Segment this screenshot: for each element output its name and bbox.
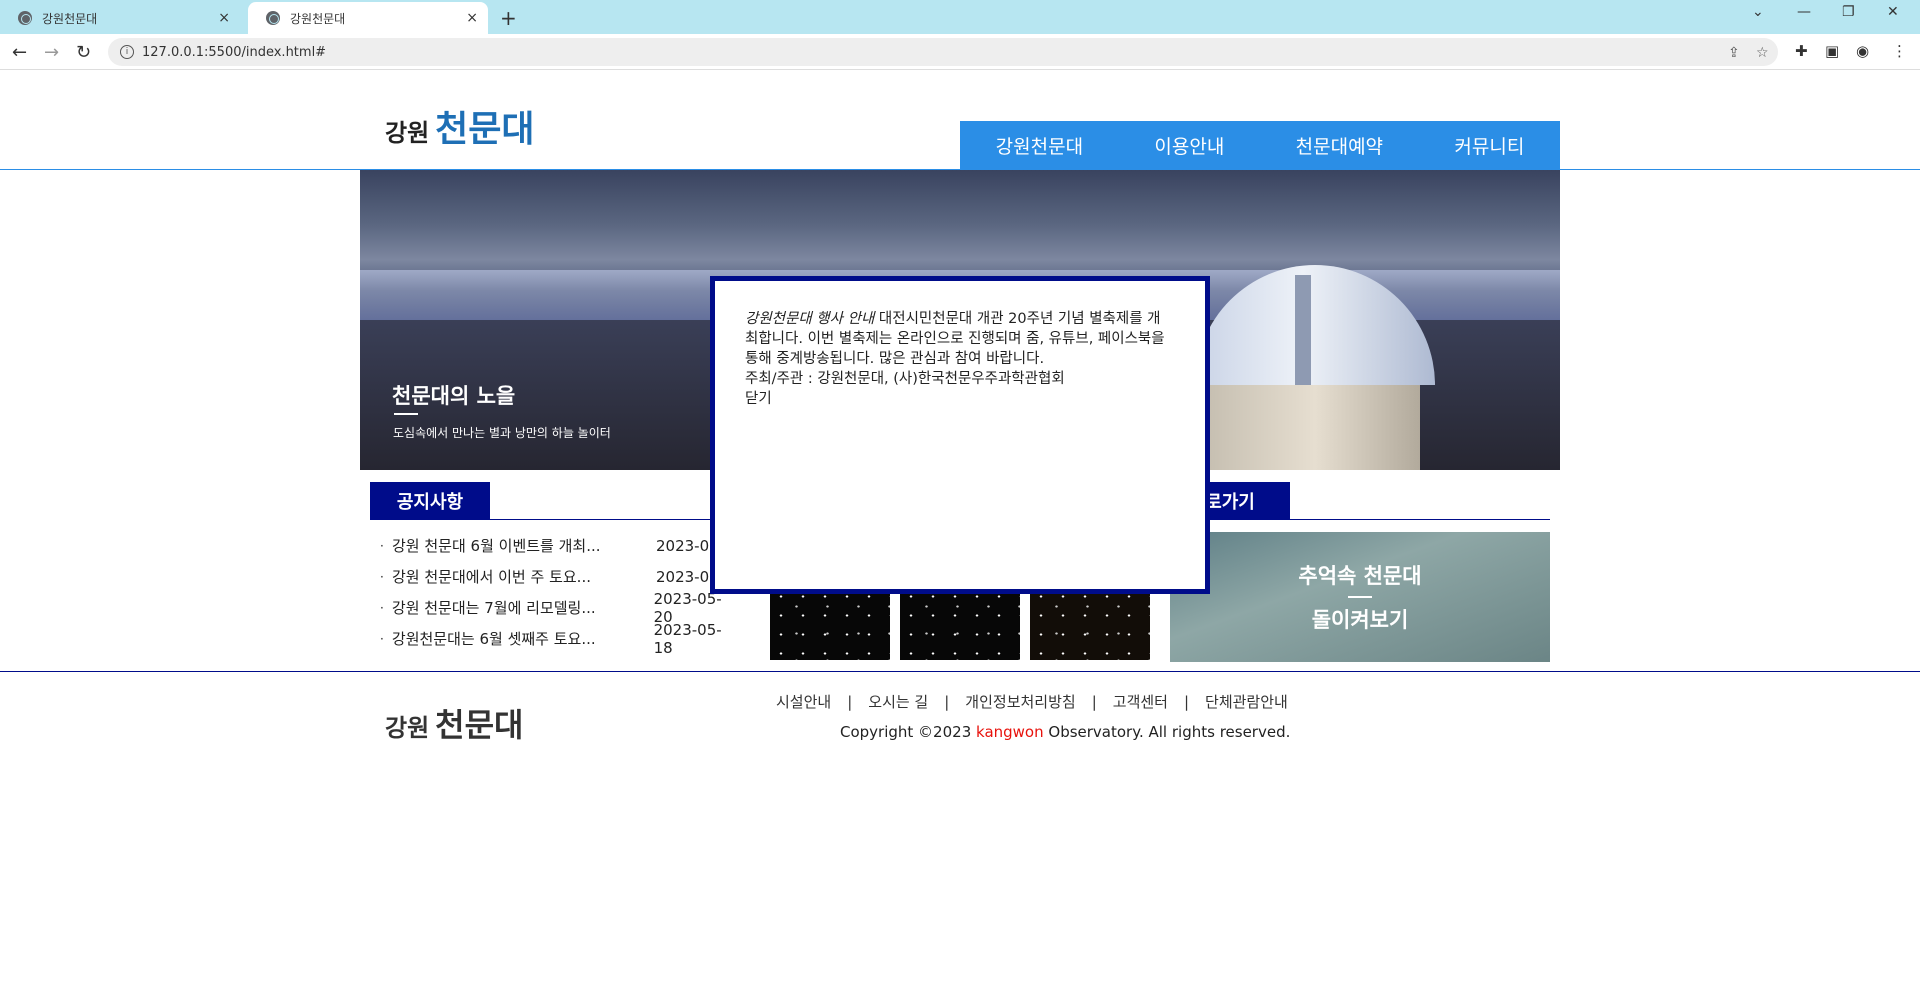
separator: | bbox=[847, 692, 853, 711]
restore-button[interactable]: ❐ bbox=[1842, 4, 1855, 20]
nav-reservation[interactable]: 천문대예약 bbox=[1296, 132, 1383, 159]
address-bar: ← → ↻ i 127.0.0.1:5500/index.html# ⇪ ☆ ✚… bbox=[0, 34, 1920, 70]
footer-logo-big: 천문대 bbox=[435, 706, 524, 744]
tab-title: 강원천문대 bbox=[290, 11, 346, 26]
url-text: 127.0.0.1:5500/index.html# bbox=[142, 44, 327, 60]
event-popup: 강원천문대 행사 안내 대전시민천문대 개관 20주년 기념 별축제를 개최합니… bbox=[710, 276, 1210, 594]
nav-observatory[interactable]: 강원천문대 bbox=[996, 132, 1083, 159]
main-nav: 강원천문대 이용안내 천문대예약 커뮤니티 bbox=[960, 121, 1560, 170]
list-item[interactable]: · 강원 천문대는 7월에 리모델링... 2023-05-20 bbox=[380, 590, 740, 626]
tab-close-icon[interactable]: × bbox=[218, 10, 230, 26]
bullet: · bbox=[380, 569, 384, 584]
browser-tab-2[interactable]: 강원천문대 × bbox=[248, 2, 488, 34]
notice-title[interactable]: 강원 천문대는 7월에 리모델링... bbox=[392, 597, 646, 618]
copyright: Copyright ©2023 kangwon Observatory. All… bbox=[840, 723, 1290, 741]
bookmark-star-icon[interactable]: ☆ bbox=[1756, 45, 1769, 61]
logo-big-text: 천문대 bbox=[435, 108, 535, 150]
tab-title: 강원천문대 bbox=[42, 11, 98, 26]
logo-small-text: 강원 bbox=[385, 118, 430, 147]
back-icon[interactable]: ← bbox=[12, 42, 27, 63]
window-close-button[interactable]: ✕ bbox=[1887, 4, 1899, 20]
footer-link-group-tour[interactable]: 단체관람안내 bbox=[1205, 691, 1288, 712]
footer-link-facility[interactable]: 시설안내 bbox=[776, 691, 831, 712]
observatory-building bbox=[1210, 385, 1420, 470]
list-item[interactable]: · 강원천문대는 6월 셋째주 토요... 2023-05-18 bbox=[380, 620, 740, 657]
dome-slit bbox=[1295, 275, 1311, 385]
web-page: 강원 천문대 강원천문대 이용안내 천문대예약 커뮤니티 천문대의 노을 도심속에… bbox=[0, 70, 1920, 981]
info-icon[interactable]: i bbox=[120, 45, 134, 59]
separator: | bbox=[1091, 692, 1097, 711]
nav-community[interactable]: 커뮤니티 bbox=[1454, 132, 1524, 159]
memory-subtitle: 돌이켜보기 bbox=[1311, 608, 1409, 632]
notice-title[interactable]: 강원 천문대 6월 이벤트를 개최... bbox=[392, 535, 648, 556]
separator: | bbox=[1183, 692, 1190, 711]
menu-icon[interactable]: ⋮ bbox=[1892, 42, 1907, 60]
memory-divider bbox=[1348, 596, 1372, 598]
memory-banner[interactable]: 추억속 천문대 돌이켜보기 bbox=[1170, 532, 1550, 662]
popup-lead: 강원천문대 행사 안내 bbox=[745, 311, 875, 327]
popup-host: 주최/주관 : 강원천문대, (사)한국천문우주과학관협회 bbox=[745, 371, 1065, 387]
bullet: · bbox=[380, 631, 384, 646]
footer-links: 시설안내 | 오시는 길 | 개인정보처리방침 | 고객센터 | 단체관람안내 bbox=[776, 691, 1288, 712]
site-logo[interactable]: 강원 천문대 bbox=[385, 100, 535, 152]
reload-icon[interactable]: ↻ bbox=[76, 42, 91, 63]
footer-link-directions[interactable]: 오시는 길 bbox=[868, 691, 928, 712]
nav-guide[interactable]: 이용안내 bbox=[1154, 132, 1224, 159]
globe-icon bbox=[18, 11, 32, 25]
copyright-prefix: Copyright ©2023 bbox=[840, 723, 977, 741]
tab-strip: 강원천문대 × 강원천문대 × + ⌄ — ❐ ✕ bbox=[0, 0, 1920, 34]
list-item[interactable]: · 강원 천문대에서 이번 주 토요... 2023-06 bbox=[380, 561, 740, 592]
minimize-button[interactable]: — bbox=[1797, 4, 1811, 20]
extensions-icon[interactable]: ✚ bbox=[1795, 42, 1808, 60]
list-item[interactable]: · 강원 천문대 6월 이벤트를 개최... 2023-06 bbox=[380, 530, 740, 561]
popup-close-button[interactable]: 닫기 bbox=[745, 389, 1173, 409]
footer-link-privacy[interactable]: 개인정보처리방침 bbox=[965, 691, 1075, 712]
notice-title[interactable]: 강원천문대는 6월 셋째주 토요... bbox=[392, 628, 646, 649]
hero-divider bbox=[394, 413, 418, 415]
footer-logo-small: 강원 bbox=[385, 713, 430, 742]
copyright-suffix: Observatory. All rights reserved. bbox=[1043, 723, 1291, 741]
tab-search-icon[interactable]: ⌄ bbox=[1752, 4, 1764, 20]
notice-title[interactable]: 강원 천문대에서 이번 주 토요... bbox=[392, 566, 648, 587]
new-tab-button[interactable]: + bbox=[500, 6, 517, 30]
bullet: · bbox=[380, 538, 384, 553]
browser-tab-1[interactable]: 강원천문대 × bbox=[0, 2, 240, 34]
footer-link-support[interactable]: 고객센터 bbox=[1113, 691, 1168, 712]
notice-date: 2023-05-18 bbox=[653, 620, 722, 657]
profile-icon[interactable]: ◉ bbox=[1856, 42, 1869, 60]
notice-list: · 강원 천문대 6월 이벤트를 개최... 2023-06 · 강원 천문대에… bbox=[380, 530, 740, 657]
copyright-brand: kangwon bbox=[976, 723, 1044, 741]
footer-logo[interactable]: 강원 천문대 bbox=[385, 700, 524, 746]
tab-close-icon[interactable]: × bbox=[466, 10, 478, 26]
memory-title: 추억속 천문대 bbox=[1298, 564, 1422, 588]
globe-icon bbox=[266, 11, 280, 25]
url-input[interactable]: i 127.0.0.1:5500/index.html# ⇪ ☆ bbox=[108, 38, 1778, 66]
share-icon[interactable]: ⇪ bbox=[1728, 45, 1740, 61]
separator: | bbox=[944, 692, 950, 711]
hero-title: 천문대의 노을 bbox=[392, 384, 516, 408]
notice-tab[interactable]: 공지사항 bbox=[370, 482, 490, 520]
bullet: · bbox=[380, 600, 384, 615]
side-panel-icon[interactable]: ▣ bbox=[1825, 42, 1839, 60]
footer-divider bbox=[0, 671, 1920, 672]
forward-icon[interactable]: → bbox=[44, 42, 59, 63]
hero-subtitle: 도심속에서 만나는 별과 낭만의 하늘 놀이터 bbox=[393, 426, 611, 440]
